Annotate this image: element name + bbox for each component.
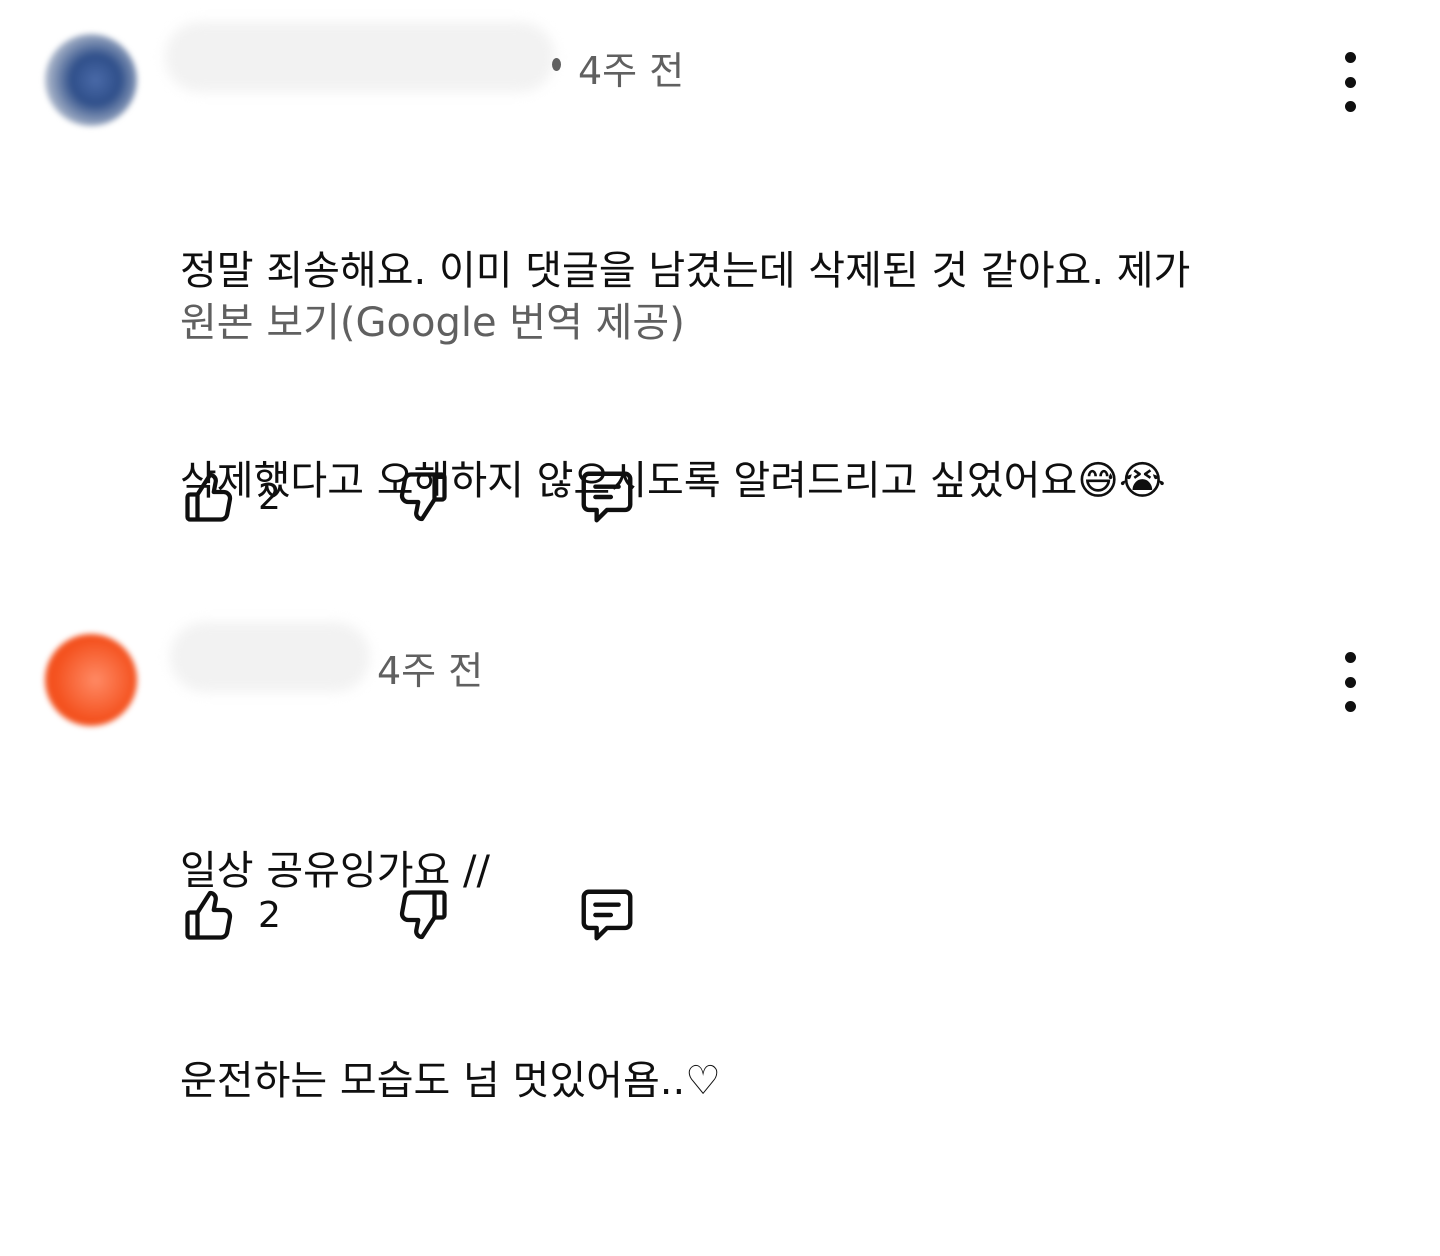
more-vert-icon[interactable] — [1332, 52, 1368, 112]
more-vert-icon[interactable] — [1332, 652, 1368, 712]
thumbs-up-icon — [185, 472, 233, 522]
reply-icon — [581, 471, 633, 523]
comment-text: 정말 죄송해요. 이미 댓글을 남겼는데 삭제된 것 같아요. 제가 삭제했다고… — [180, 96, 1280, 656]
avatar[interactable] — [45, 634, 137, 726]
like-count: 2 — [258, 476, 281, 518]
thumbs-down-icon — [399, 890, 447, 940]
dislike-button[interactable] — [392, 466, 452, 528]
reply-button[interactable] — [574, 884, 640, 946]
show-original-link[interactable]: 원본 보기(Google 번역 제공) — [180, 290, 685, 348]
comment-time[interactable]: 4주 전 — [377, 640, 483, 695]
comment-item: 4주 전 일상 공유잉가요 // 운전하는 모습도 넘 멋있어욤..♡ 2 — [0, 600, 1440, 1104]
comment-text-line: 삭제했다고 오해하지 않으시도록 알려드리고 싶었어요😅😭 — [180, 458, 1166, 504]
comment-text: 일상 공유잉가요 // 운전하는 모습도 넘 멋있어욤..♡ — [180, 696, 1080, 1256]
separator-dot — [552, 58, 561, 71]
avatar[interactable] — [45, 34, 137, 126]
comment-time[interactable]: 4주 전 — [578, 40, 684, 95]
thumbs-down-icon — [399, 472, 447, 522]
author-name-redacted — [165, 22, 555, 92]
thumbs-up-icon — [185, 890, 233, 940]
reply-button[interactable] — [574, 466, 640, 528]
comment-item: 4주 전 정말 죄송해요. 이미 댓글을 남겼는데 삭제된 것 같아요. 제가 … — [0, 0, 1440, 600]
comment-text-line: 운전하는 모습도 넘 멋있어욤..♡ — [180, 1058, 722, 1104]
author-name-redacted — [170, 622, 370, 692]
like-count: 2 — [258, 894, 281, 936]
reply-icon — [581, 889, 633, 941]
like-button[interactable]: 2 — [180, 884, 281, 946]
like-button[interactable]: 2 — [180, 466, 281, 528]
dislike-button[interactable] — [392, 884, 452, 946]
